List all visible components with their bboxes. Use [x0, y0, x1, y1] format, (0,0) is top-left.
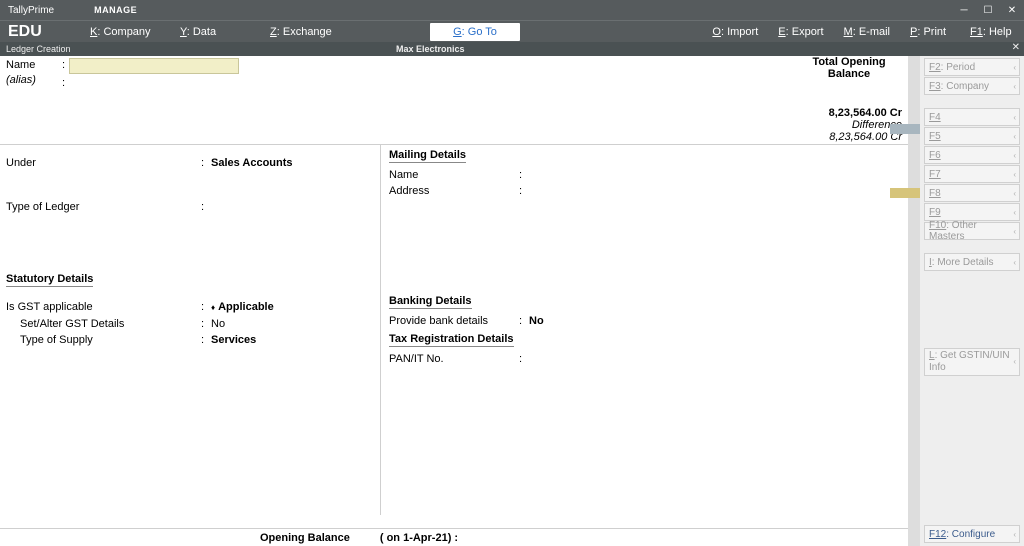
- brand-top: TallyPrime: [0, 5, 54, 16]
- type-supply-value[interactable]: Services: [211, 332, 256, 348]
- rp-f5[interactable]: F5‹: [924, 127, 1020, 145]
- rp-f8[interactable]: F8‹: [924, 184, 1020, 202]
- rp-f2-period[interactable]: F2: Period‹: [924, 58, 1020, 76]
- mail-name-label: Name: [389, 167, 519, 183]
- rp-f10-other-masters[interactable]: F10: Other Masters‹: [924, 222, 1020, 240]
- rp-get-gstin[interactable]: L: Get GSTIN/UIN Info‹: [924, 348, 1020, 376]
- rp-f7[interactable]: F7‹: [924, 165, 1020, 183]
- menu-export[interactable]: E: Export: [768, 23, 833, 41]
- two-col: Under : Sales Accounts Type of Ledger : …: [0, 145, 908, 515]
- rp-more-details[interactable]: I: More Details‹: [924, 253, 1020, 271]
- menu-data[interactable]: Y: Data: [170, 23, 260, 41]
- alias-label: (alias): [0, 74, 60, 92]
- gst-applicable-label: Is GST applicable: [6, 299, 201, 316]
- menu-exchange[interactable]: Z: Exchange: [260, 23, 350, 41]
- menu-import[interactable]: O: Import: [702, 23, 768, 41]
- shade-2: [890, 188, 920, 198]
- subheader-left: Ledger Creation: [6, 44, 396, 54]
- left-column: Under : Sales Accounts Type of Ledger : …: [0, 145, 380, 515]
- content-area: Name : (alias) : Total Opening Balance 8…: [0, 56, 908, 546]
- maximize-button[interactable]: ☐: [976, 0, 1000, 20]
- menu-email[interactable]: M: E-mail: [834, 23, 900, 41]
- rp-f9[interactable]: F9‹: [924, 203, 1020, 221]
- opening-balance-date: ( on 1-Apr-21) :: [380, 532, 458, 544]
- row-alias: (alias) :: [0, 74, 908, 92]
- sub-header: Ledger Creation Max Electronics ✕: [0, 42, 1024, 56]
- close-button[interactable]: ✕: [1000, 0, 1024, 20]
- provide-bank-label: Provide bank details: [389, 313, 519, 329]
- menu-company[interactable]: K: Company: [80, 23, 170, 41]
- bottom-bar: Opening Balance ( on 1-Apr-21) :: [0, 528, 908, 546]
- menu-bar: EDU K: Company Y: Data Z: Exchange G: Go…: [0, 20, 1024, 42]
- brand: EDU: [0, 23, 80, 41]
- rp-f3-company[interactable]: F3: Company‹: [924, 77, 1020, 95]
- rp-f4[interactable]: F4‹: [924, 108, 1020, 126]
- mail-address-label: Address: [389, 183, 519, 199]
- main-layout: Name : (alias) : Total Opening Balance 8…: [0, 56, 1024, 546]
- title-bar: TallyPrime MANAGE ─ ☐ ✕: [0, 0, 1024, 20]
- menu-print[interactable]: P: Print: [900, 23, 960, 41]
- rp-f6[interactable]: F6‹: [924, 146, 1020, 164]
- right-column: Mailing Details Name : Address : Banking…: [380, 145, 908, 515]
- opening-balance-label: Opening Balance: [260, 532, 350, 544]
- type-supply-label: Type of Supply: [6, 332, 201, 348]
- window-buttons: ─ ☐ ✕: [952, 0, 1024, 20]
- minimize-button[interactable]: ─: [952, 0, 976, 20]
- rp-f12-configure[interactable]: F12: Configure‹: [924, 525, 1020, 543]
- subheader-close-icon[interactable]: ✕: [1012, 42, 1020, 53]
- banking-header: Banking Details: [389, 295, 472, 309]
- tob-header: Total Opening Balance: [790, 56, 908, 72]
- right-panel: F2: Period‹ F3: Company‹ F4‹ F5‹ F6‹ F7‹…: [920, 56, 1024, 546]
- subheader-center: Max Electronics: [396, 44, 465, 54]
- gst-applicable-value[interactable]: Applicable: [211, 299, 274, 316]
- tob-amount: 8,23,564.00 Cr: [790, 107, 908, 119]
- shade-1: [890, 124, 920, 134]
- provide-bank-value[interactable]: No: [529, 313, 544, 329]
- name-label: Name: [0, 56, 60, 74]
- type-ledger-label: Type of Ledger: [6, 199, 201, 215]
- manage-label: MANAGE: [94, 5, 137, 15]
- row-name: Name :: [0, 56, 908, 74]
- under-value[interactable]: Sales Accounts: [211, 155, 293, 171]
- name-input[interactable]: [69, 58, 239, 74]
- statutory-header: Statutory Details: [6, 273, 93, 287]
- menu-goto[interactable]: G: Go To: [430, 23, 520, 41]
- tax-reg-header: Tax Registration Details: [389, 333, 514, 347]
- menu-help[interactable]: F1: Help: [960, 23, 1024, 41]
- panit-label: PAN/IT No.: [389, 351, 519, 367]
- under-label: Under: [6, 155, 201, 171]
- mailing-header: Mailing Details: [389, 149, 466, 163]
- set-alter-label: Set/Alter GST Details: [6, 316, 201, 332]
- set-alter-value[interactable]: No: [211, 316, 225, 332]
